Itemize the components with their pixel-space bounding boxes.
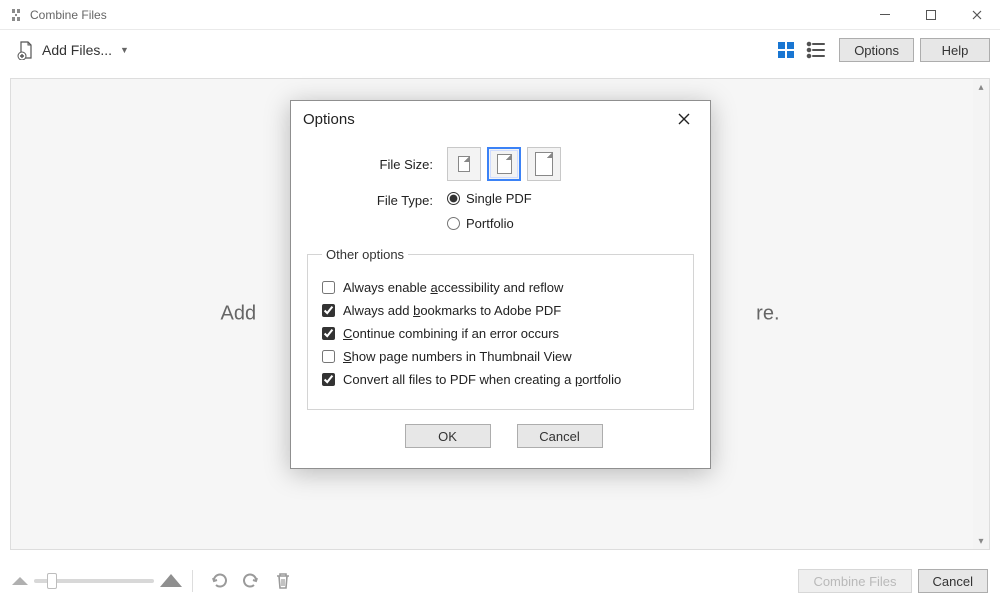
thumbnail-view-button[interactable]: [773, 37, 799, 63]
add-files-dropdown[interactable]: Add Files... ▼: [10, 37, 135, 63]
checkbox-accessibility[interactable]: Always enable accessibility and reflow: [322, 280, 679, 295]
zoom-slider-thumb[interactable]: [47, 573, 57, 589]
main-toolbar: Add Files... ▼ Options Help: [0, 30, 1000, 70]
delete-button[interactable]: [271, 569, 295, 593]
separator: [192, 570, 193, 592]
checkbox-convert-label: Convert all files to PDF when creating a…: [343, 372, 621, 387]
window-title: Combine Files: [30, 8, 107, 22]
list-view-button[interactable]: [803, 37, 829, 63]
close-icon: [678, 113, 690, 125]
checkbox-bookmarks[interactable]: Always add bookmarks to Adobe PDF: [322, 303, 679, 318]
window-maximize-button[interactable]: [908, 0, 954, 30]
help-button[interactable]: Help: [920, 38, 990, 62]
file-size-default-button[interactable]: [487, 147, 521, 181]
scroll-up-icon[interactable]: ▴: [973, 79, 989, 95]
vertical-scrollbar[interactable]: ▴ ▾: [973, 79, 989, 549]
window-close-button[interactable]: [954, 0, 1000, 30]
zoom-out-icon[interactable]: [12, 572, 28, 590]
dialog-title: Options: [303, 111, 355, 128]
cancel-button[interactable]: Cancel: [918, 569, 988, 593]
other-options-legend: Other options: [322, 247, 408, 262]
file-size-large-button[interactable]: [527, 147, 561, 181]
app-icon: [8, 7, 24, 23]
undo-button[interactable]: [207, 569, 231, 593]
zoom-slider[interactable]: [34, 579, 154, 583]
window-minimize-button[interactable]: [862, 0, 908, 30]
checkbox-continue-on-error[interactable]: Continue combining if an error occurs: [322, 326, 679, 341]
combine-files-button: Combine Files: [798, 569, 911, 593]
file-type-label: File Type:: [307, 191, 447, 208]
dialog-ok-button[interactable]: OK: [405, 424, 491, 448]
zoom-slider-group: [12, 571, 182, 592]
checkbox-show-page-numbers[interactable]: Show page numbers in Thumbnail View: [322, 349, 679, 364]
file-size-label: File Size:: [307, 157, 447, 172]
checkbox-bookmarks-label: Always add bookmarks to Adobe PDF: [343, 303, 561, 318]
checkbox-pagenums-label: Show page numbers in Thumbnail View: [343, 349, 572, 364]
scroll-down-icon[interactable]: ▾: [973, 533, 989, 549]
dialog-titlebar: Options: [291, 101, 710, 137]
radio-single-pdf[interactable]: Single PDF: [447, 191, 532, 206]
bottom-toolbar: Combine Files Cancel: [0, 560, 1000, 602]
checkbox-accessibility-label: Always enable accessibility and reflow: [343, 280, 563, 295]
checkbox-convert-to-pdf[interactable]: Convert all files to PDF when creating a…: [322, 372, 679, 387]
options-dialog: Options File Size: File Type: Single PDF…: [290, 100, 711, 469]
window-titlebar: Combine Files: [0, 0, 1000, 30]
zoom-in-icon[interactable]: [160, 571, 182, 592]
dialog-close-button[interactable]: [670, 105, 698, 133]
checkbox-continue-label: Continue combining if an error occurs: [343, 326, 559, 341]
other-options-group: Other options Always enable accessibilit…: [307, 247, 694, 410]
redo-button[interactable]: [239, 569, 263, 593]
file-size-small-button[interactable]: [447, 147, 481, 181]
options-button[interactable]: Options: [839, 38, 914, 62]
add-files-label: Add Files...: [42, 42, 112, 58]
file-size-group: [447, 147, 561, 181]
dialog-cancel-button[interactable]: Cancel: [517, 424, 603, 448]
radio-portfolio[interactable]: Portfolio: [447, 216, 532, 231]
chevron-down-icon: ▼: [120, 45, 129, 55]
add-file-icon: [16, 40, 36, 60]
